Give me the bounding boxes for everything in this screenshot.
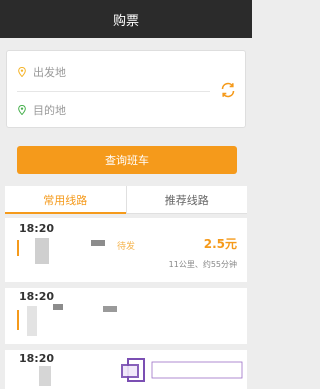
route-stations-obscured <box>91 240 105 246</box>
site-watermark-logo <box>121 358 243 382</box>
route-stations-obscured <box>39 366 51 386</box>
page-title: 购票 <box>0 0 252 38</box>
route-price: 2.5元 <box>203 237 237 251</box>
route-time: 18:20 <box>19 222 55 235</box>
location-pin-icon <box>18 105 26 115</box>
route-form: 出发地 目的地 <box>6 50 246 128</box>
field-divider <box>17 91 210 92</box>
route-stations-obscured <box>53 304 63 310</box>
route-distance-duration: 11公里、约55分钟 <box>168 260 237 269</box>
route-time: 18:20 <box>19 352 55 365</box>
destination-placeholder: 目的地 <box>33 104 66 117</box>
route-status-tag: 待发 <box>117 242 136 252</box>
tab-frequent-routes[interactable]: 常用线路 <box>5 186 126 214</box>
route-item[interactable]: 18:20 待发 2.5元 11公里、约55分钟 <box>5 218 247 282</box>
destination-field[interactable]: 目的地 <box>17 99 66 121</box>
query-bus-button[interactable]: 查询班车 <box>17 146 237 174</box>
tab-recommended-routes[interactable]: 推荐线路 <box>125 186 248 213</box>
route-marker <box>17 310 21 330</box>
departure-placeholder: 出发地 <box>33 66 66 79</box>
route-marker <box>17 240 21 256</box>
route-stations-obscured <box>35 238 49 264</box>
route-item[interactable]: 18:20 <box>5 288 247 344</box>
route-stations-obscured <box>103 306 117 312</box>
route-stations-obscured <box>27 306 37 336</box>
departure-field[interactable]: 出发地 <box>17 61 66 83</box>
route-tabs: 常用线路 推荐线路 <box>5 186 247 214</box>
route-time: 18:20 <box>19 290 55 303</box>
swap-icon[interactable] <box>219 81 237 99</box>
location-pin-icon <box>18 67 26 77</box>
